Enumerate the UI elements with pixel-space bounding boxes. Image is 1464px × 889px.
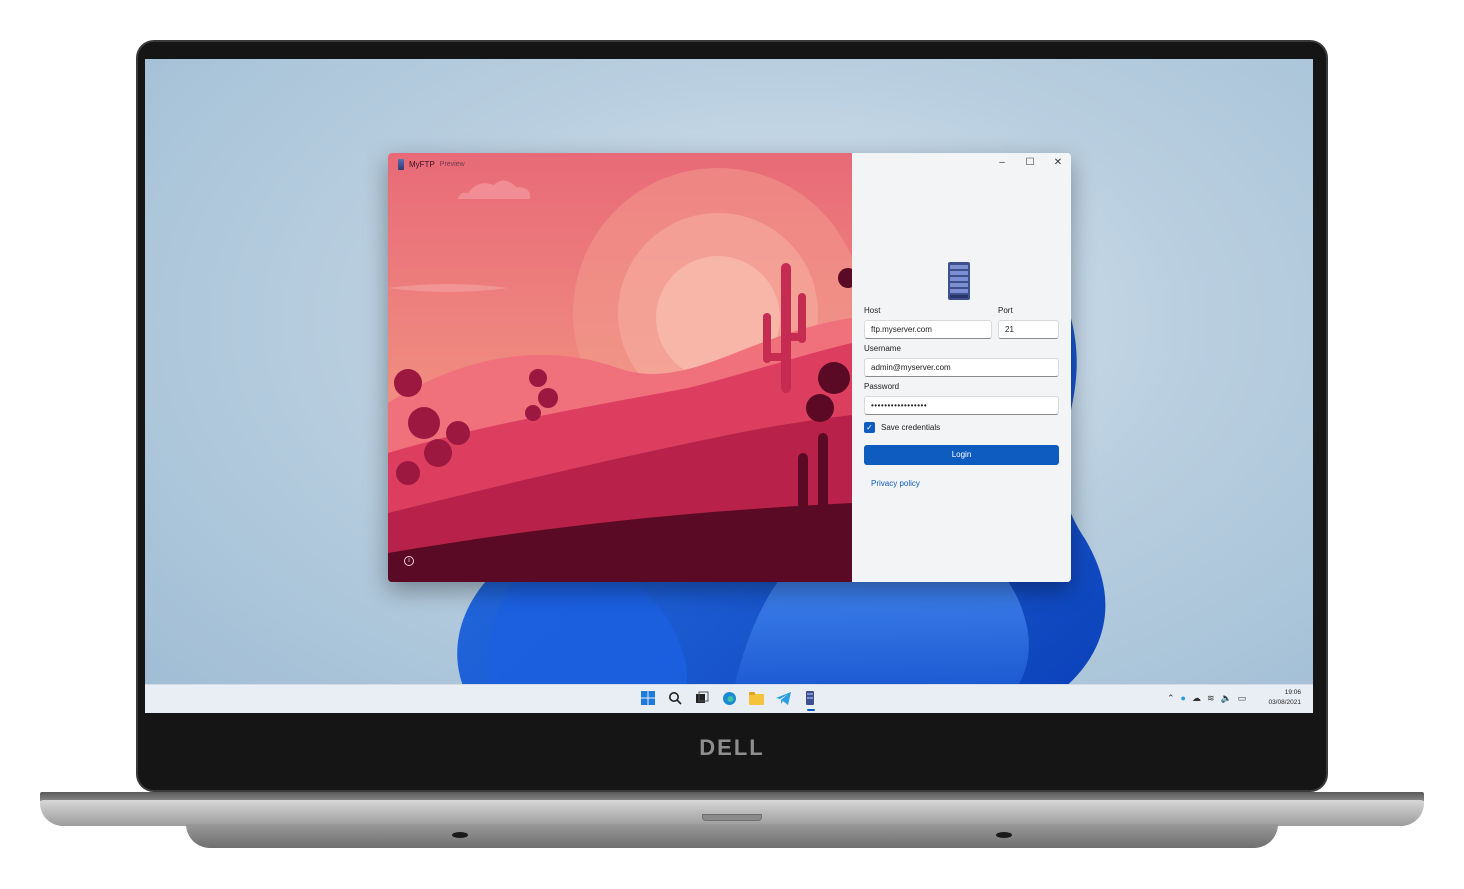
- desert-illustration: [388, 153, 852, 582]
- laptop-base-underside: [186, 824, 1278, 848]
- save-credentials-label: Save credentials: [881, 423, 941, 432]
- myftp-app-icon: [398, 159, 404, 170]
- login-button[interactable]: Login: [864, 445, 1059, 465]
- clock-date: 03/08/2021: [1268, 699, 1301, 706]
- laptop-lid-notch: [702, 814, 762, 821]
- security-icon[interactable]: ●: [1181, 693, 1186, 704]
- clock-time: 19:06: [1284, 689, 1301, 696]
- window-title: MyFTP: [409, 160, 435, 169]
- privacy-policy-link[interactable]: Privacy policy: [871, 479, 920, 488]
- windows-start-icon[interactable]: [639, 689, 657, 707]
- taskbar-clock[interactable]: 19:06 03/08/2021: [1268, 688, 1301, 708]
- password-input[interactable]: •••••••••••••••••: [864, 396, 1059, 415]
- host-input[interactable]: ftp.myserver.com: [864, 320, 992, 339]
- info-icon[interactable]: i: [404, 556, 414, 566]
- taskbar-apps: [639, 689, 819, 707]
- port-label: Port: [998, 306, 1013, 315]
- port-input[interactable]: 21: [998, 320, 1059, 339]
- myftp-window: MyFTP Preview i – ☐ ✕ Host Port ftp.myse…: [388, 153, 1071, 582]
- onedrive-icon[interactable]: ☁: [1192, 693, 1201, 704]
- telegram-icon[interactable]: [774, 689, 792, 707]
- window-titlebar: MyFTP Preview: [398, 159, 465, 170]
- maximize-button[interactable]: ☐: [1025, 157, 1035, 168]
- username-input[interactable]: admin@myserver.com: [864, 358, 1059, 377]
- server-icon: [948, 262, 970, 300]
- laptop-brand-logo: DELL: [699, 735, 765, 760]
- login-panel: – ☐ ✕ Host Port ftp.myserver.com 21 User…: [852, 153, 1071, 582]
- laptop-foot: [996, 832, 1012, 838]
- volume-icon[interactable]: 🔈: [1221, 693, 1232, 704]
- host-label: Host: [864, 306, 881, 315]
- save-credentials-checkbox[interactable]: ✓: [864, 422, 875, 433]
- edge-icon[interactable]: [720, 689, 738, 707]
- wifi-icon[interactable]: ≋: [1207, 693, 1215, 704]
- username-label: Username: [864, 344, 901, 353]
- laptop-foot: [452, 832, 468, 838]
- desktop-screen: MyFTP Preview i – ☐ ✕ Host Port ftp.myse…: [145, 59, 1313, 713]
- active-app-indicator: [807, 709, 815, 711]
- search-icon[interactable]: [666, 689, 684, 707]
- battery-icon[interactable]: ▭: [1238, 693, 1247, 704]
- window-title-suffix: Preview: [439, 161, 465, 168]
- file-explorer-icon[interactable]: [747, 689, 765, 707]
- system-tray: ⌃ ● ☁ ≋ 🔈 ▭: [1167, 693, 1246, 704]
- task-view-icon[interactable]: [693, 689, 711, 707]
- window-controls: – ☐ ✕: [997, 157, 1063, 168]
- taskbar: ⌃ ● ☁ ≋ 🔈 ▭ 19:06 03/08/2021: [145, 684, 1313, 713]
- laptop-base: [40, 800, 1424, 826]
- close-button[interactable]: ✕: [1053, 157, 1063, 168]
- chevron-up-icon[interactable]: ⌃: [1167, 693, 1175, 704]
- minimize-button[interactable]: –: [997, 157, 1007, 168]
- myftp-icon[interactable]: [801, 689, 819, 707]
- password-label: Password: [864, 382, 900, 391]
